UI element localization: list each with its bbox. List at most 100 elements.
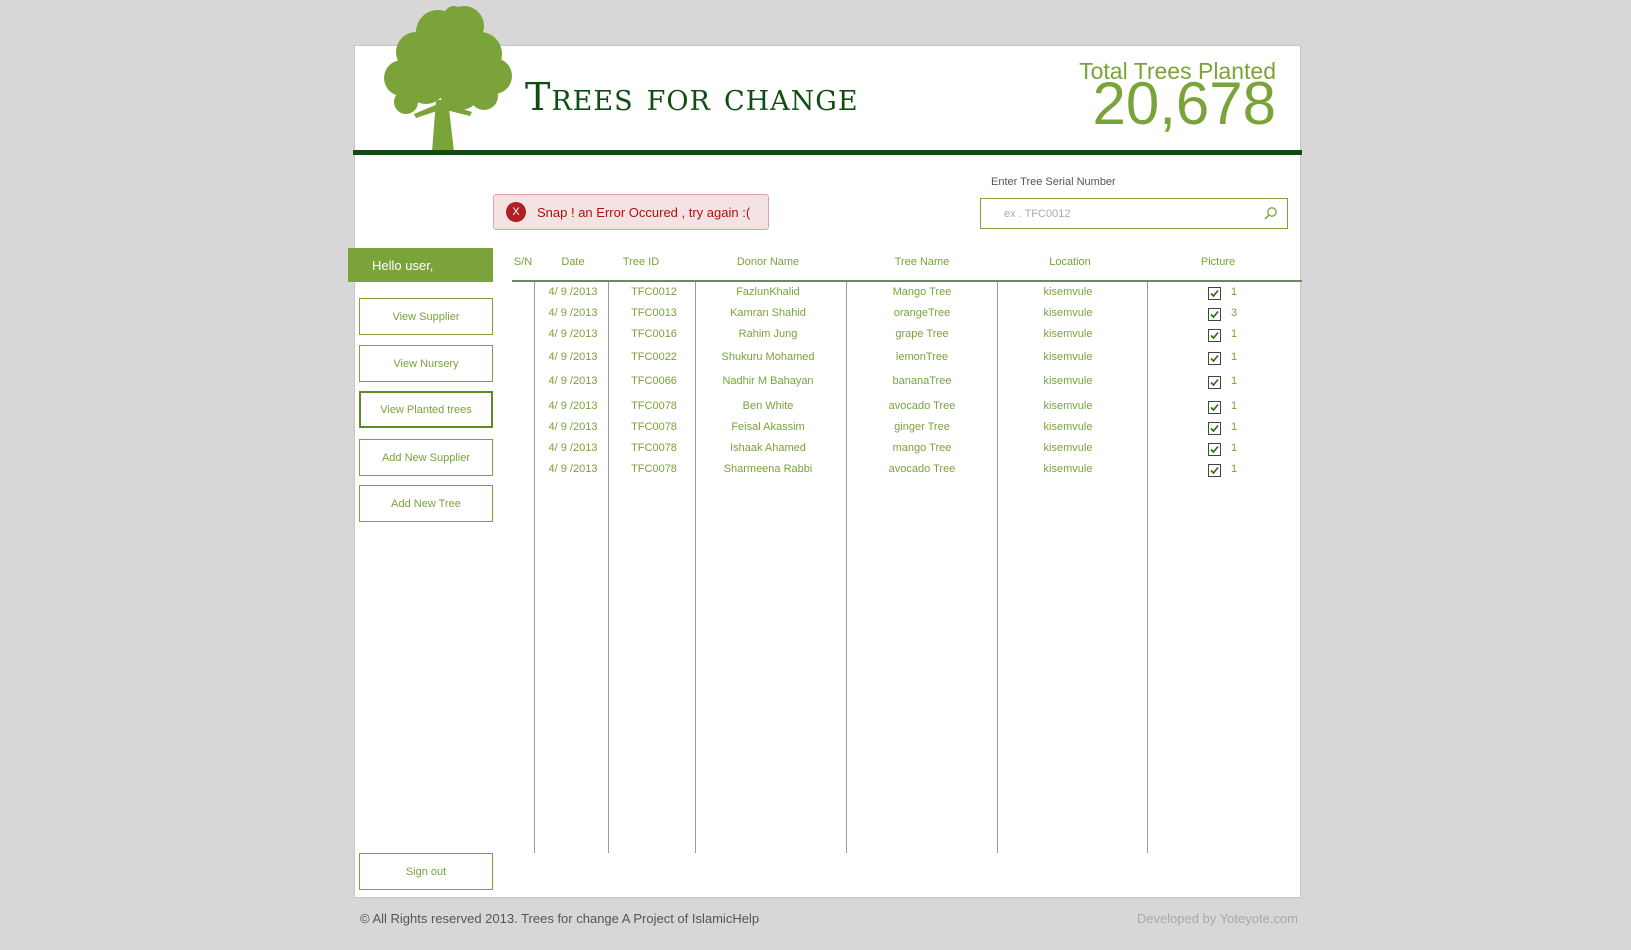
column-header-location[interactable]: Location xyxy=(1049,256,1091,268)
column-divider xyxy=(1147,282,1148,853)
picture-checkbox[interactable] xyxy=(1208,443,1221,456)
header-divider xyxy=(353,150,1302,155)
cell-tree-name: grape Tree xyxy=(895,328,949,340)
add-new-supplier-button[interactable]: Add New Supplier xyxy=(359,439,493,476)
cell-tree-name: orangeTree xyxy=(893,307,951,319)
cell-location: kisemvule xyxy=(1043,307,1093,319)
cell-tree-id: TFC0016 xyxy=(631,328,677,340)
main-panel xyxy=(354,45,1301,898)
column-divider xyxy=(695,282,696,853)
column-header-tree-id[interactable]: Tree ID xyxy=(623,256,659,268)
picture-checkbox[interactable] xyxy=(1208,352,1221,365)
cell-location: kisemvule xyxy=(1043,463,1093,475)
cell-location: kisemvule xyxy=(1043,400,1093,412)
cell-tree-name: lemonTree xyxy=(895,351,949,363)
picture-count: 1 xyxy=(1231,463,1238,475)
picture-checkbox[interactable] xyxy=(1208,422,1221,435)
total-trees-count: 20,678 xyxy=(1092,70,1276,137)
cell-tree-id: TFC0078 xyxy=(631,442,677,454)
cell-tree-id: TFC0013 xyxy=(631,307,677,319)
picture-count: 1 xyxy=(1231,351,1238,363)
picture-count: 1 xyxy=(1231,286,1238,298)
cell-date: 4/ 9 /2013 xyxy=(548,421,598,433)
cell-date: 4/ 9 /2013 xyxy=(548,286,598,298)
picture-count: 1 xyxy=(1231,421,1238,433)
column-divider xyxy=(997,282,998,853)
developer-credit[interactable]: Developed by Yoteyote.com xyxy=(1137,911,1298,926)
cell-tree-name: avocado Tree xyxy=(888,463,956,475)
search-icon[interactable] xyxy=(1263,206,1278,221)
cell-tree-id: TFC0066 xyxy=(631,375,677,387)
cell-donor-name: Kamran Shahid xyxy=(730,307,806,319)
cell-tree-name: ginger Tree xyxy=(894,421,950,433)
picture-count: 1 xyxy=(1231,375,1238,387)
cell-donor-name: FazlunKhalid xyxy=(736,286,800,298)
cell-location: kisemvule xyxy=(1043,328,1093,340)
checkbox-checked-icon xyxy=(1210,310,1219,319)
column-header-tree-name[interactable]: Tree Name xyxy=(895,256,950,268)
add-new-tree-button[interactable]: Add New Tree xyxy=(359,485,493,522)
view-nursery-button[interactable]: View Nursery xyxy=(359,345,493,382)
cell-date: 4/ 9 /2013 xyxy=(548,328,598,340)
cell-date: 4/ 9 /2013 xyxy=(548,351,598,363)
brand-name: Trees for change xyxy=(525,75,859,119)
cell-date: 4/ 9 /2013 xyxy=(548,400,598,412)
picture-count: 1 xyxy=(1231,442,1238,454)
cell-tree-id: TFC0078 xyxy=(631,421,677,433)
checkbox-checked-icon xyxy=(1210,378,1219,387)
cell-tree-name: mango Tree xyxy=(892,442,952,454)
greeting-bar: Hello user, xyxy=(348,248,493,282)
picture-checkbox[interactable] xyxy=(1208,287,1221,300)
cell-date: 4/ 9 /2013 xyxy=(548,463,598,475)
cell-location: kisemvule xyxy=(1043,286,1093,298)
column-header-donor-name[interactable]: Donor Name xyxy=(737,256,799,268)
column-header-picture[interactable]: Picture xyxy=(1201,256,1235,268)
column-header-sn[interactable]: S/N xyxy=(514,256,532,268)
cell-date: 4/ 9 /2013 xyxy=(548,307,598,319)
cell-location: kisemvule xyxy=(1043,351,1093,363)
search-input[interactable] xyxy=(981,199,1251,228)
cell-tree-name: Mango Tree xyxy=(892,286,952,298)
cell-location: kisemvule xyxy=(1043,442,1093,454)
cell-tree-id: TFC0012 xyxy=(631,286,677,298)
column-divider xyxy=(846,282,847,853)
cell-donor-name: Ben White xyxy=(742,400,794,412)
tree-logo-icon xyxy=(384,6,512,152)
error-message: Snap ! an Error Occured , try again :( xyxy=(537,204,751,220)
cell-tree-id: TFC0022 xyxy=(631,351,677,363)
view-planted-trees-button[interactable]: View Planted trees xyxy=(359,391,493,428)
picture-count: 1 xyxy=(1231,328,1238,340)
error-icon[interactable]: X xyxy=(506,202,526,222)
checkbox-checked-icon xyxy=(1210,445,1219,454)
search-box xyxy=(980,198,1288,229)
picture-checkbox[interactable] xyxy=(1208,308,1221,321)
column-header-date[interactable]: Date xyxy=(561,256,584,268)
table-header-divider xyxy=(512,280,1302,282)
cell-date: 4/ 9 /2013 xyxy=(548,375,598,387)
error-alert: X Snap ! an Error Occured , try again :( xyxy=(493,194,769,230)
picture-checkbox[interactable] xyxy=(1208,464,1221,477)
column-divider xyxy=(608,282,609,853)
column-divider xyxy=(534,282,535,853)
search-label: Enter Tree Serial Number xyxy=(991,176,1116,188)
checkbox-checked-icon xyxy=(1210,289,1219,298)
cell-donor-name: Sharmeena Rabbi xyxy=(723,463,813,475)
cell-donor-name: Feisal Akassim xyxy=(731,421,805,433)
cell-tree-id: TFC0078 xyxy=(631,463,677,475)
sign-out-button[interactable]: Sign out xyxy=(359,853,493,890)
cell-donor-name: Shukuru Mohamed xyxy=(721,351,815,363)
cell-donor-name: Nadhir M Bahayan xyxy=(722,375,814,387)
picture-count: 3 xyxy=(1231,307,1238,319)
picture-checkbox[interactable] xyxy=(1208,401,1221,414)
picture-checkbox[interactable] xyxy=(1208,376,1221,389)
checkbox-checked-icon xyxy=(1210,466,1219,475)
view-supplier-button[interactable]: View Supplier xyxy=(359,298,493,335)
checkbox-checked-icon xyxy=(1210,424,1219,433)
cell-donor-name: Rahim Jung xyxy=(738,328,798,340)
picture-checkbox[interactable] xyxy=(1208,329,1221,342)
cell-tree-name: bananaTree xyxy=(892,375,952,387)
checkbox-checked-icon xyxy=(1210,403,1219,412)
cell-date: 4/ 9 /2013 xyxy=(548,442,598,454)
cell-location: kisemvule xyxy=(1043,375,1093,387)
cell-location: kisemvule xyxy=(1043,421,1093,433)
